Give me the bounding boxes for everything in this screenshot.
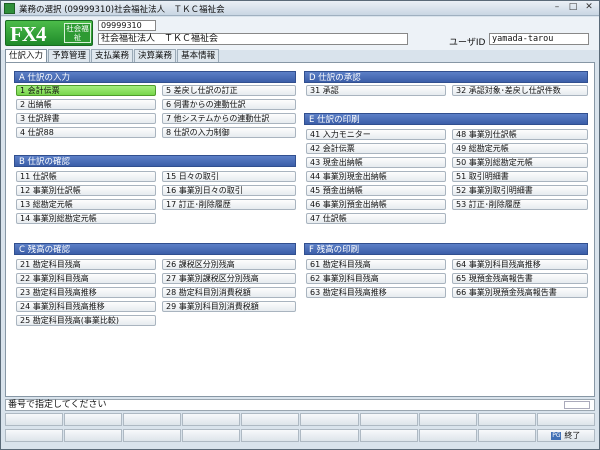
menu-item-28[interactable]: 28 勘定科目別消費税額 <box>162 287 296 298</box>
maximize-icon[interactable]: □ <box>565 2 581 14</box>
menu-item-52[interactable]: 52 事業別取引明細書 <box>452 185 588 196</box>
menu-item-15[interactable]: 15 日々の取引 <box>162 171 296 182</box>
prompt-field: 番号で指定してください <box>5 399 595 411</box>
minimize-icon[interactable]: – <box>549 2 565 14</box>
function-key[interactable] <box>123 413 182 426</box>
function-key[interactable] <box>182 429 241 442</box>
header: FX4 社会福祉 09999310 社会福祉法人 ＴＫＣ福祉会 ユーザID ya… <box>1 17 599 50</box>
menu-item-11[interactable]: 11 仕訳帳 <box>16 171 156 182</box>
menu-item-29[interactable]: 29 事業別科目別消費税額 <box>162 301 296 312</box>
menu-item-13[interactable]: 13 総勘定元帳 <box>16 199 156 210</box>
menu-item-61[interactable]: 61 勘定科目残高 <box>306 259 446 270</box>
menu-item-44[interactable]: 44 事業別現金出納帳 <box>306 171 446 182</box>
function-key[interactable] <box>418 429 477 442</box>
menu-item-17[interactable]: 17 訂正･削除履歴 <box>162 199 296 210</box>
menu-item-5[interactable]: 5 差戻し仕訳の訂正 <box>162 85 296 96</box>
menu-item-4[interactable]: 4 仕訳88 <box>16 127 156 138</box>
menu-item-12[interactable]: 12 事業別仕訳帳 <box>16 185 156 196</box>
menu-item-16[interactable]: 16 事業別日々の取引 <box>162 185 296 196</box>
menu-item-42[interactable]: 42 会計伝票 <box>306 143 446 154</box>
function-key[interactable] <box>477 413 536 426</box>
menu-item-62[interactable]: 62 事業別科目残高 <box>306 273 446 284</box>
title-bar: 業務の選択 (09999310)社会福祉法人 ＴＫＣ福祉会 – □ ✕ <box>1 1 599 16</box>
tab-basic-info[interactable]: 基本情報 <box>177 49 220 62</box>
menu-item-50[interactable]: 50 事業別総勘定元帳 <box>452 157 588 168</box>
tab-budget[interactable]: 予算管理 <box>48 49 91 62</box>
menu-item-31[interactable]: 31 承認 <box>306 85 446 96</box>
tab-journal-entry[interactable]: 仕訳入力 <box>5 49 48 63</box>
menu-item-64[interactable]: 64 事業別科目残高推移 <box>452 259 588 270</box>
menu-item-53[interactable]: 53 訂正･削除履歴 <box>452 199 588 210</box>
menu-item-23[interactable]: 23 勘定科目残高推移 <box>16 287 156 298</box>
function-key[interactable] <box>241 413 300 426</box>
menu-item-25[interactable]: 25 勘定科目残高(事業比較) <box>16 315 156 326</box>
section-b-header: B 仕訳の確認 <box>14 155 296 167</box>
menu-item-21[interactable]: 21 勘定科目残高 <box>16 259 156 270</box>
function-key[interactable] <box>536 413 595 426</box>
user-id-field[interactable]: yamada-tarou <box>489 33 589 45</box>
menu-item-24[interactable]: 24 事業別科目残高推移 <box>16 301 156 312</box>
function-key[interactable] <box>359 429 418 442</box>
menu-item-22[interactable]: 22 事業別科目残高 <box>16 273 156 284</box>
menu-item-51[interactable]: 51 取引明細書 <box>452 171 588 182</box>
logo-tag: 社会福祉 <box>64 23 91 43</box>
menu-item-26[interactable]: 26 課税区分別残高 <box>162 259 296 270</box>
function-key[interactable] <box>418 413 477 426</box>
function-key[interactable] <box>300 413 359 426</box>
function-key[interactable] <box>477 429 536 442</box>
menu-item-48[interactable]: 48 事業別仕訳帳 <box>452 129 588 140</box>
menu-item-65[interactable]: 65 現預金残高報告書 <box>452 273 588 284</box>
menu-item-47[interactable]: 47 仕訳帳 <box>306 213 446 224</box>
section-f-header: F 残高の印刷 <box>304 243 588 255</box>
close-icon[interactable]: ✕ <box>581 2 597 14</box>
user-id-label: ユーザID <box>449 38 486 48</box>
menu-item-7[interactable]: 7 他システムからの連動仕訳 <box>162 113 296 124</box>
menu-item-41[interactable]: 41 入力モニター <box>306 129 446 140</box>
org-name-field: 社会福祉法人 ＴＫＣ福祉会 <box>98 33 408 45</box>
function-key[interactable] <box>64 413 123 426</box>
function-key[interactable] <box>123 429 182 442</box>
function-key[interactable] <box>359 413 418 426</box>
section-c-header: C 残高の確認 <box>14 243 296 255</box>
tab-bar: 仕訳入力 予算管理 支払業務 決算業務 基本情報 <box>5 49 220 63</box>
menu-item-66[interactable]: 66 事業別現預金残高報告書 <box>452 287 588 298</box>
tab-closing[interactable]: 決算業務 <box>134 49 177 62</box>
menu-item-32[interactable]: 32 承認対象･差戻し仕訳件数 <box>452 85 588 96</box>
fx4-logo: FX4 社会福祉 <box>5 20 93 46</box>
function-key[interactable] <box>300 429 359 442</box>
pg-key-icon: PG <box>551 431 562 440</box>
logo-text: FX4 <box>10 22 46 46</box>
window-title: 業務の選択 (09999310)社会福祉法人 ＴＫＣ福祉会 <box>19 5 225 15</box>
tab-payment[interactable]: 支払業務 <box>91 49 134 62</box>
menu-item-2[interactable]: 2 出納帳 <box>16 99 156 110</box>
menu-item-63[interactable]: 63 勘定科目残高推移 <box>306 287 446 298</box>
end-button[interactable]: PG 終了 <box>536 429 595 442</box>
function-key[interactable] <box>5 429 64 442</box>
menu-item-46[interactable]: 46 事業別預金出納帳 <box>306 199 446 210</box>
application-window: 業務の選択 (09999310)社会福祉法人 ＴＫＣ福祉会 – □ ✕ FX4 … <box>0 0 600 450</box>
menu-item-45[interactable]: 45 預金出納帳 <box>306 185 446 196</box>
function-key[interactable] <box>5 413 64 426</box>
section-a-header: A 仕訳の入力 <box>14 71 296 83</box>
function-key[interactable] <box>182 413 241 426</box>
menu-item-6[interactable]: 6 伺書からの連動仕訳 <box>162 99 296 110</box>
function-key-row-2: PG 終了 <box>5 429 595 442</box>
org-code-field: 09999310 <box>98 20 156 31</box>
end-label: 終了 <box>564 431 581 440</box>
menu-item-1[interactable]: 1 会計伝票 <box>16 85 156 96</box>
menu-panel: A 仕訳の入力 1 会計伝票 2 出納帳 3 仕訳辞書 4 仕訳88 5 差戻し… <box>5 62 595 397</box>
section-e-header: E 仕訳の印刷 <box>304 113 588 125</box>
menu-item-43[interactable]: 43 現金出納帳 <box>306 157 446 168</box>
menu-item-27[interactable]: 27 事業別課税区分別残高 <box>162 273 296 284</box>
menu-item-8[interactable]: 8 仕訳の入力制御 <box>162 127 296 138</box>
app-icon <box>4 3 15 14</box>
number-input[interactable] <box>564 401 590 409</box>
function-key[interactable] <box>241 429 300 442</box>
section-d-header: D 仕訳の承認 <box>304 71 588 83</box>
menu-item-3[interactable]: 3 仕訳辞書 <box>16 113 156 124</box>
function-key[interactable] <box>64 429 123 442</box>
function-key-row-1 <box>5 413 595 426</box>
menu-item-49[interactable]: 49 総勘定元帳 <box>452 143 588 154</box>
menu-item-14[interactable]: 14 事業別総勘定元帳 <box>16 213 156 224</box>
